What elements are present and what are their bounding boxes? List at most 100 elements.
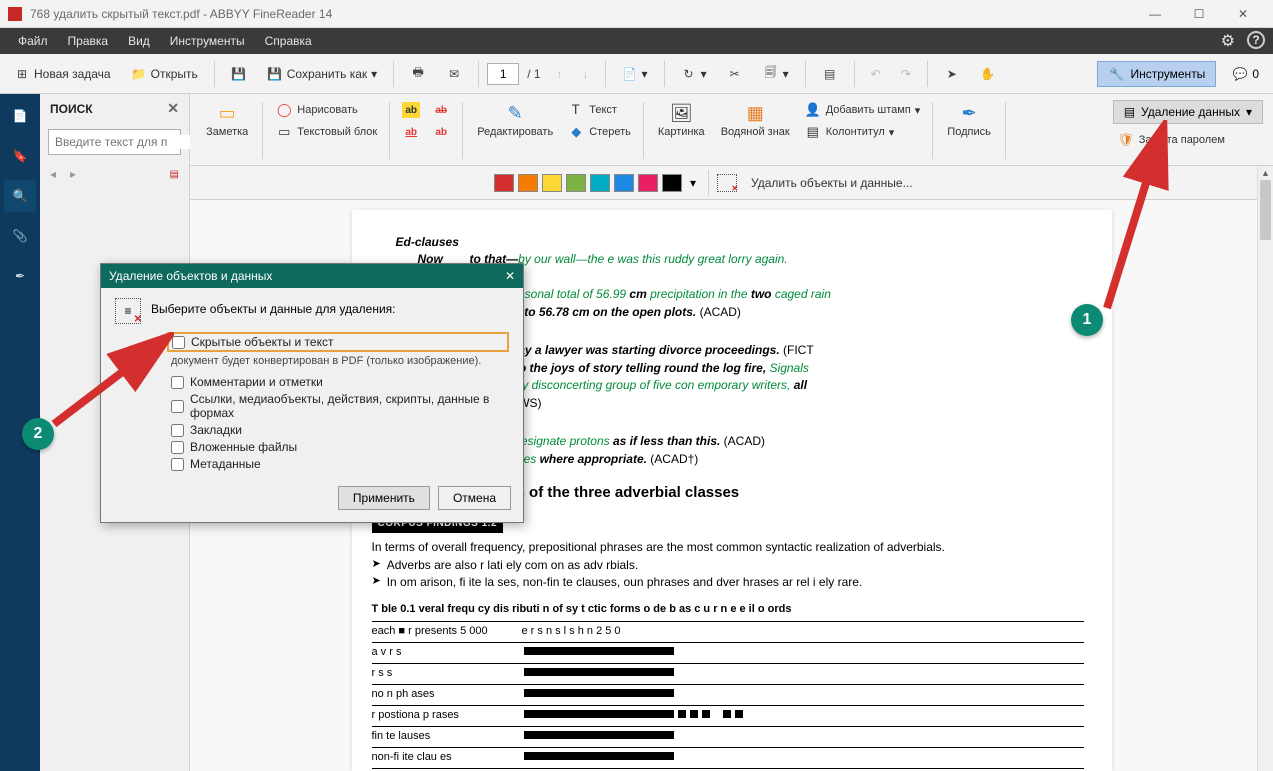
menu-view[interactable]: Вид <box>118 30 160 52</box>
doc-text: caged rain <box>775 287 831 301</box>
menu-help[interactable]: Справка <box>255 30 322 52</box>
save-as-button[interactable]: 💾 Сохранить как ▾ <box>259 60 385 88</box>
draw-button[interactable]: ◯Нарисовать <box>271 100 381 120</box>
doc-text: precipitation in the <box>650 287 747 301</box>
chk-comments-input[interactable] <box>171 376 184 389</box>
delete-objects-label[interactable]: Удалить объекты и данные... <box>751 176 913 190</box>
rail-search[interactable]: 🔍 <box>4 180 36 212</box>
delete-data-button[interactable]: ▤ Удаление данных ▾ <box>1113 100 1263 124</box>
undo-button[interactable]: ↶ <box>863 60 889 88</box>
prev-result-icon[interactable]: ◂ <box>50 167 56 181</box>
menu-edit[interactable]: Правка <box>58 30 119 52</box>
rotate-button[interactable]: ↻▾ <box>673 60 715 88</box>
page-down-button[interactable]: ↓ <box>575 60 597 88</box>
textblock-button[interactable]: ▭Текстовый блок <box>271 122 381 142</box>
ocr-button[interactable]: ▤ <box>814 60 846 88</box>
hand-button[interactable]: ✋ <box>972 60 1004 88</box>
close-button[interactable]: ✕ <box>1221 0 1265 28</box>
delete-objects-icon[interactable] <box>717 174 737 192</box>
menu-file[interactable]: Файл <box>8 30 58 52</box>
new-task-button[interactable]: ⊞ Новая задача <box>6 60 119 88</box>
swatch-chevron-icon[interactable]: ▾ <box>686 176 700 190</box>
checkbox-hidden-objects[interactable]: Скрытые объекты и текст <box>167 332 509 352</box>
page-up-button[interactable]: ↑ <box>549 60 571 88</box>
headerfooter-icon: ▤ <box>804 124 822 140</box>
search-input-wrap[interactable]: ▾ <box>48 129 181 155</box>
insert-text-button[interactable]: ab <box>428 122 454 142</box>
clear-results-icon[interactable]: ▤ <box>170 169 179 180</box>
apply-button[interactable]: Применить <box>338 486 430 510</box>
page-number-input[interactable] <box>487 63 519 85</box>
separator <box>927 61 928 87</box>
menu-tools[interactable]: Инструменты <box>160 30 255 52</box>
swatch-blue[interactable] <box>614 174 634 192</box>
doc-tag: (ACAD†) <box>647 452 698 466</box>
chk-metadata-input[interactable] <box>171 458 184 471</box>
maximize-button[interactable]: ☐ <box>1177 0 1221 28</box>
cancel-button[interactable]: Отмена <box>438 486 511 510</box>
swatch-green[interactable] <box>566 174 586 192</box>
add-page-button[interactable]: 📄▾ <box>614 60 656 88</box>
rail-attachments[interactable]: 📎 <box>4 220 36 252</box>
comments-button[interactable]: 💬 0 <box>1224 62 1267 86</box>
checkbox-comments[interactable]: Комментарии и отметки <box>171 375 509 389</box>
scroll-up-icon[interactable]: ▲ <box>1258 166 1273 180</box>
copy-button[interactable]: 🗐▾ <box>755 60 797 88</box>
pointer-icon: ➤ <box>944 66 960 82</box>
next-result-icon[interactable]: ▸ <box>70 167 76 181</box>
text-button[interactable]: ᎢТекст <box>563 100 635 120</box>
minimize-button[interactable]: — <box>1133 0 1177 28</box>
pointer-button[interactable]: ➤ <box>936 60 968 88</box>
swatch-red[interactable] <box>494 174 514 192</box>
swatch-pink[interactable] <box>638 174 658 192</box>
highlight-red-button[interactable]: ab <box>398 122 424 142</box>
chk-bookmarks-input[interactable] <box>171 424 184 437</box>
ribbon-separator <box>1005 102 1006 159</box>
protect-password-button[interactable]: 🛡Защита паролем <box>1113 130 1263 150</box>
separator <box>664 61 665 87</box>
chk-hidden-input[interactable] <box>172 336 185 349</box>
settings-icon[interactable]: ⚙ <box>1221 31 1235 51</box>
scroll-thumb[interactable] <box>1260 180 1271 240</box>
checkbox-links[interactable]: Ссылки, медиаобъекты, действия, скрипты,… <box>171 392 509 420</box>
note-button[interactable]: ▭ Заметка <box>200 100 254 161</box>
rail-bookmarks[interactable]: 🔖 <box>4 140 36 172</box>
highlight-yellow-button[interactable]: ab <box>398 100 424 120</box>
print-button[interactable]: 🖶 <box>402 60 434 88</box>
email-button[interactable]: ✉ <box>438 60 470 88</box>
help-icon[interactable]: ? <box>1247 31 1265 49</box>
open-button[interactable]: 📁 Открыть <box>123 60 206 88</box>
save-button[interactable]: 💾 <box>223 60 255 88</box>
chevron-down-icon: ▾ <box>1246 105 1252 119</box>
hand-icon: ✋ <box>980 66 996 82</box>
chk-attachments-input[interactable] <box>171 441 184 454</box>
checkbox-bookmarks[interactable]: Закладки <box>171 423 509 437</box>
picture-button[interactable]: 🖼 Картинка <box>652 100 711 161</box>
watermark-button[interactable]: ▦ Водяной знак <box>715 100 796 161</box>
swatch-yellow[interactable] <box>542 174 562 192</box>
crop-button[interactable]: ✂ <box>719 60 751 88</box>
separator <box>605 61 606 87</box>
vertical-scrollbar[interactable]: ▲ <box>1257 166 1273 771</box>
signature-icon: ✒ <box>958 102 980 124</box>
swatch-black[interactable] <box>662 174 682 192</box>
crop-icon: ✂ <box>727 66 743 82</box>
dialog-icon: ≡ <box>115 298 141 324</box>
checkbox-attachments[interactable]: Вложенные файлы <box>171 440 509 454</box>
checkbox-metadata[interactable]: Метаданные <box>171 457 509 471</box>
strike-button[interactable]: ab <box>428 100 454 120</box>
signature-button[interactable]: ✒ Подпись <box>941 100 997 161</box>
erase-button[interactable]: ◆Стереть <box>563 122 635 142</box>
chk-links-input[interactable] <box>171 400 184 413</box>
stamp-button[interactable]: 👤Добавить штамп ▾ <box>800 100 925 120</box>
rail-signatures[interactable]: ✒ <box>4 260 36 292</box>
swatch-orange[interactable] <box>518 174 538 192</box>
swatch-cyan[interactable] <box>590 174 610 192</box>
rail-pages[interactable]: 📄 <box>4 100 36 132</box>
sidebar-close-icon[interactable]: ✕ <box>167 100 179 117</box>
edit-button[interactable]: ✎ Редактировать <box>471 100 559 161</box>
redo-button[interactable]: ↷ <box>893 60 919 88</box>
instruments-toggle[interactable]: 🔧 Инструменты <box>1097 61 1216 87</box>
dialog-close-icon[interactable]: ✕ <box>505 269 515 283</box>
headerfooter-button[interactable]: ▤Колонтитул ▾ <box>800 122 925 142</box>
